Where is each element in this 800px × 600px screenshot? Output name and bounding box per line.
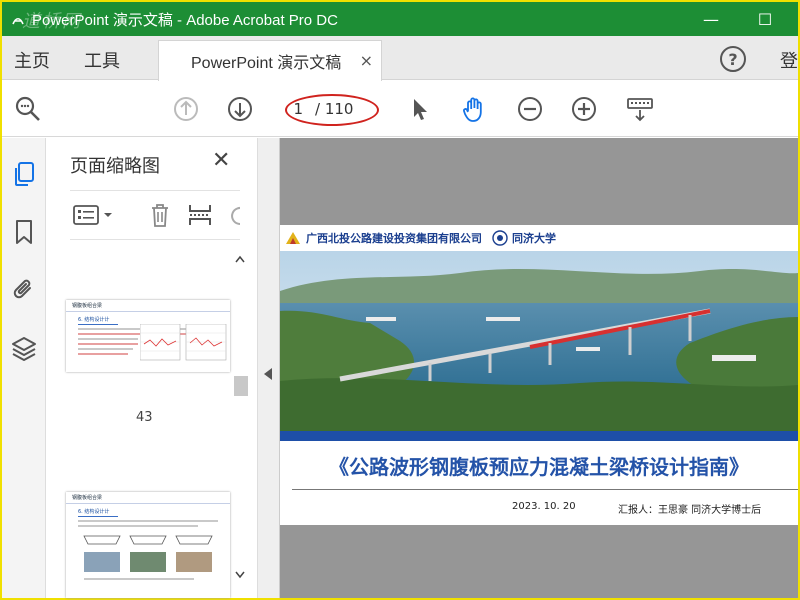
slide-main-title: 《公路波形钢腹板预应力混凝土梁桥设计指南》 <box>329 455 749 479</box>
thumbnail-section-title: 6. 结构设计计 <box>78 316 118 325</box>
thumbnail-bridge-images <box>83 535 213 580</box>
scroll-down-icon[interactable] <box>235 568 245 582</box>
document-tab[interactable]: PowerPoint 演示文稿 × <box>158 40 382 81</box>
hand-tool-icon[interactable] <box>460 95 488 123</box>
maximize-button[interactable]: ☐ <box>742 2 788 36</box>
attachment-icon[interactable] <box>10 276 38 304</box>
scroll-up-icon[interactable] <box>235 252 245 266</box>
slide-date: 2023. 10. 20 <box>512 501 576 512</box>
zoom-out-icon[interactable] <box>516 95 544 123</box>
page-thumbnail[interactable]: 钢腹板组合梁 6. 结构设计计 <box>66 300 230 372</box>
thumbnail-options-icon[interactable] <box>72 201 116 229</box>
thumbnail-page-number: 43 <box>136 410 153 425</box>
slide-divider <box>292 489 798 490</box>
select-cursor-icon[interactable] <box>406 95 434 123</box>
org-right-name: 同济大学 <box>512 232 556 245</box>
login-button[interactable]: 登 <box>780 47 798 73</box>
panel-toolbar <box>70 190 240 240</box>
close-tab-icon[interactable]: × <box>360 51 373 70</box>
collapse-panel-handle[interactable] <box>258 138 280 598</box>
bridge-rendering-image <box>280 251 798 431</box>
search-zoom-icon[interactable] <box>14 95 42 123</box>
red-annotation-circle <box>285 94 379 126</box>
document-viewer: 广西北投公路建设投资集团有限公司 同济大学 《公路波形钢腹板预应力混凝土梁桥设计… <box>280 138 798 598</box>
rotate-page-icon[interactable] <box>226 201 240 229</box>
scroll-thumb[interactable] <box>234 376 248 396</box>
panel-title: 页面缩略图 <box>70 156 160 177</box>
keyboard-scroll-icon[interactable] <box>626 95 654 123</box>
toolbar: 1 / 110 <box>2 81 798 137</box>
slide-reporter: 汇报人：王思豪 同济大学博士后 <box>618 505 762 516</box>
thumbnail-header: 钢腹板组合梁 <box>66 492 230 504</box>
layers-icon[interactable] <box>10 334 38 362</box>
thumbnail-scrollbar[interactable] <box>232 250 248 598</box>
watermark: 道桥网 <box>22 11 82 32</box>
help-icon[interactable]: ? <box>720 46 746 72</box>
zoom-in-icon[interactable] <box>570 95 598 123</box>
thumbnail-charts <box>140 324 227 361</box>
org-left-name: 广西北投公路建设投资集团有限公司 <box>306 232 482 245</box>
thumbnail-section-title: 6. 结构设计计 <box>78 508 118 517</box>
page-thumbnails-panel: 页面缩略图 ✕ 钢腹板组合梁 6. 结构设计计 43 钢腹板组合梁 6. 结构设… <box>46 138 258 598</box>
left-navigation-rail <box>2 138 46 598</box>
next-page-icon[interactable] <box>226 95 254 123</box>
bookmark-icon[interactable] <box>10 218 38 246</box>
company-logo-icon <box>286 232 300 244</box>
close-panel-icon[interactable]: ✕ <box>212 148 230 173</box>
thumbnail-header: 钢腹板组合梁 <box>66 300 230 312</box>
page-thumbnail[interactable]: 钢腹板组合梁 6. 结构设计计 <box>66 492 230 598</box>
tab-bar: 主页 工具 PowerPoint 演示文稿 × ? 登 <box>2 36 798 81</box>
tools-menu[interactable]: 工具 <box>84 47 120 73</box>
extract-page-icon[interactable] <box>186 201 214 229</box>
slide-logo-bar: 广西北投公路建设投资集团有限公司 同济大学 <box>280 225 798 251</box>
slide-page: 广西北投公路建设投资集团有限公司 同济大学 《公路波形钢腹板预应力混凝土梁桥设计… <box>280 225 798 525</box>
delete-page-icon[interactable] <box>146 201 174 229</box>
previous-page-icon[interactable] <box>172 95 200 123</box>
document-tab-label: PowerPoint 演示文稿 <box>191 55 342 72</box>
slide-blue-band <box>280 431 798 441</box>
home-menu[interactable]: 主页 <box>14 47 50 73</box>
title-bar: 道桥网 PowerPoint 演示文稿 - Adobe Acrobat Pro … <box>2 2 798 36</box>
collapse-arrow-icon[interactable] <box>264 368 272 380</box>
university-logo-icon <box>492 230 508 246</box>
minimize-button[interactable]: — <box>688 2 734 36</box>
page-thumbnails-icon[interactable] <box>10 160 38 188</box>
